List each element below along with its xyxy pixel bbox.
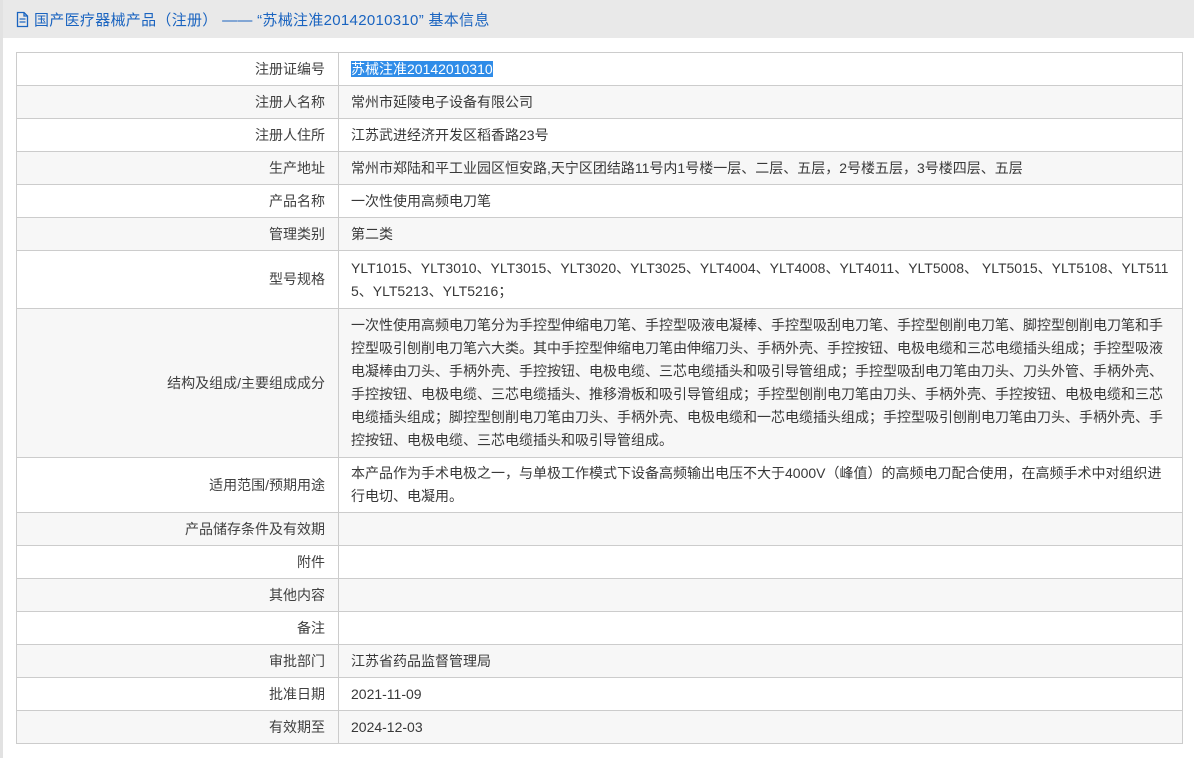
table-row: 产品储存条件及有效期 — [17, 513, 1183, 546]
row-label: 产品储存条件及有效期 — [17, 513, 339, 546]
row-value: 一次性使用高频电刀笔 — [339, 185, 1183, 218]
row-label: 批准日期 — [17, 678, 339, 711]
row-value: 常州市郑陆和平工业园区恒安路,天宁区团结路11号内1号楼一层、二层、五层，2号楼… — [339, 152, 1183, 185]
row-label: 适用范围/预期用途 — [17, 458, 339, 513]
row-value: 江苏省药品监督管理局 — [339, 645, 1183, 678]
table-row: 结构及组成/主要组成成分一次性使用高频电刀笔分为手控型伸缩电刀笔、手控型吸液电凝… — [17, 309, 1183, 458]
row-label: 备注 — [17, 612, 339, 645]
row-label: 审批部门 — [17, 645, 339, 678]
row-value — [339, 546, 1183, 579]
row-label: 管理类别 — [17, 218, 339, 251]
row-value: 常州市延陵电子设备有限公司 — [339, 86, 1183, 119]
row-value — [339, 612, 1183, 645]
table-row: 注册人住所江苏武进经济开发区稻香路23号 — [17, 119, 1183, 152]
row-value — [339, 579, 1183, 612]
row-label: 注册人住所 — [17, 119, 339, 152]
row-label: 附件 — [17, 546, 339, 579]
row-value: 第二类 — [339, 218, 1183, 251]
table-row: 生产地址常州市郑陆和平工业园区恒安路,天宁区团结路11号内1号楼一层、二层、五层… — [17, 152, 1183, 185]
row-value: 2024-12-03 — [339, 711, 1183, 744]
row-value: 2021-11-09 — [339, 678, 1183, 711]
row-label: 其他内容 — [17, 579, 339, 612]
table-row: 注册证编号苏械注准20142010310 — [17, 53, 1183, 86]
row-value: 苏械注准20142010310 — [339, 53, 1183, 86]
table-row: 注册人名称常州市延陵电子设备有限公司 — [17, 86, 1183, 119]
row-label: 型号规格 — [17, 251, 339, 309]
row-label: 注册人名称 — [17, 86, 339, 119]
table-row: 管理类别第二类 — [17, 218, 1183, 251]
table-row: 备注 — [17, 612, 1183, 645]
row-label: 注册证编号 — [17, 53, 339, 86]
registration-number-highlight: 苏械注准20142010310 — [351, 61, 493, 77]
table-row: 型号规格YLT1015、YLT3010、YLT3015、YLT3020、YLT3… — [17, 251, 1183, 309]
table-row: 有效期至2024-12-03 — [17, 711, 1183, 744]
page-header: 国产医疗器械产品（注册） —— “苏械注准20142010310” 基本信息 — [0, 0, 1194, 38]
table-row: 附件 — [17, 546, 1183, 579]
row-value — [339, 513, 1183, 546]
row-label: 有效期至 — [17, 711, 339, 744]
row-label: 产品名称 — [17, 185, 339, 218]
registration-info-table: 注册证编号苏械注准20142010310注册人名称常州市延陵电子设备有限公司注册… — [16, 52, 1183, 744]
row-label: 生产地址 — [17, 152, 339, 185]
row-label: 结构及组成/主要组成成分 — [17, 309, 339, 458]
document-icon — [15, 11, 30, 28]
table-row: 适用范围/预期用途本产品作为手术电极之一，与单极工作模式下设备高频输出电压不大于… — [17, 458, 1183, 513]
table-row: 批准日期2021-11-09 — [17, 678, 1183, 711]
table-row: 其他内容 — [17, 579, 1183, 612]
row-value: 一次性使用高频电刀笔分为手控型伸缩电刀笔、手控型吸液电凝棒、手控型吸刮电刀笔、手… — [339, 309, 1183, 458]
table-row: 审批部门江苏省药品监督管理局 — [17, 645, 1183, 678]
table-row: 产品名称一次性使用高频电刀笔 — [17, 185, 1183, 218]
row-value: 江苏武进经济开发区稻香路23号 — [339, 119, 1183, 152]
row-value: 本产品作为手术电极之一，与单极工作模式下设备高频输出电压不大于4000V（峰值）… — [339, 458, 1183, 513]
page-title: 国产医疗器械产品（注册） —— “苏械注准20142010310” 基本信息 — [34, 9, 490, 30]
page-left-edge — [0, 0, 3, 758]
row-value: YLT1015、YLT3010、YLT3015、YLT3020、YLT3025、… — [339, 251, 1183, 309]
